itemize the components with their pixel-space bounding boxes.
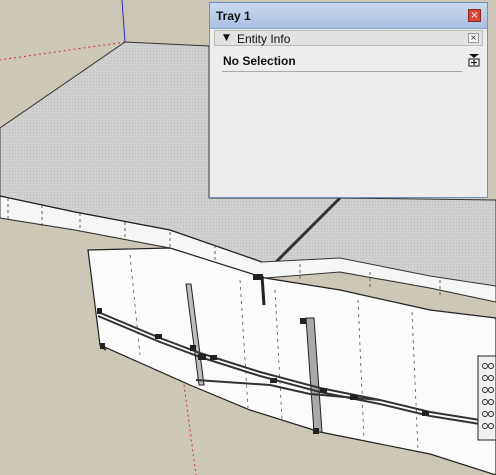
expand-details-icon[interactable] xyxy=(468,53,480,67)
selection-divider xyxy=(222,71,462,72)
tray-titlebar[interactable]: Tray 1 × xyxy=(210,3,487,29)
selection-label: No Selection xyxy=(223,54,296,68)
right-fixture xyxy=(477,355,496,441)
collapse-arrow-icon[interactable]: ▼ xyxy=(223,33,230,43)
entity-info-header[interactable]: ▼ Entity Info × xyxy=(214,30,483,46)
tray-title: Tray 1 xyxy=(216,9,251,23)
tray-window[interactable]: Tray 1 × ▼ Entity Info × No Selection xyxy=(209,2,488,198)
tray-close-button[interactable]: × xyxy=(468,9,481,22)
entity-info-title: Entity Info xyxy=(237,32,291,46)
entity-info-close-button[interactable]: × xyxy=(468,33,479,43)
